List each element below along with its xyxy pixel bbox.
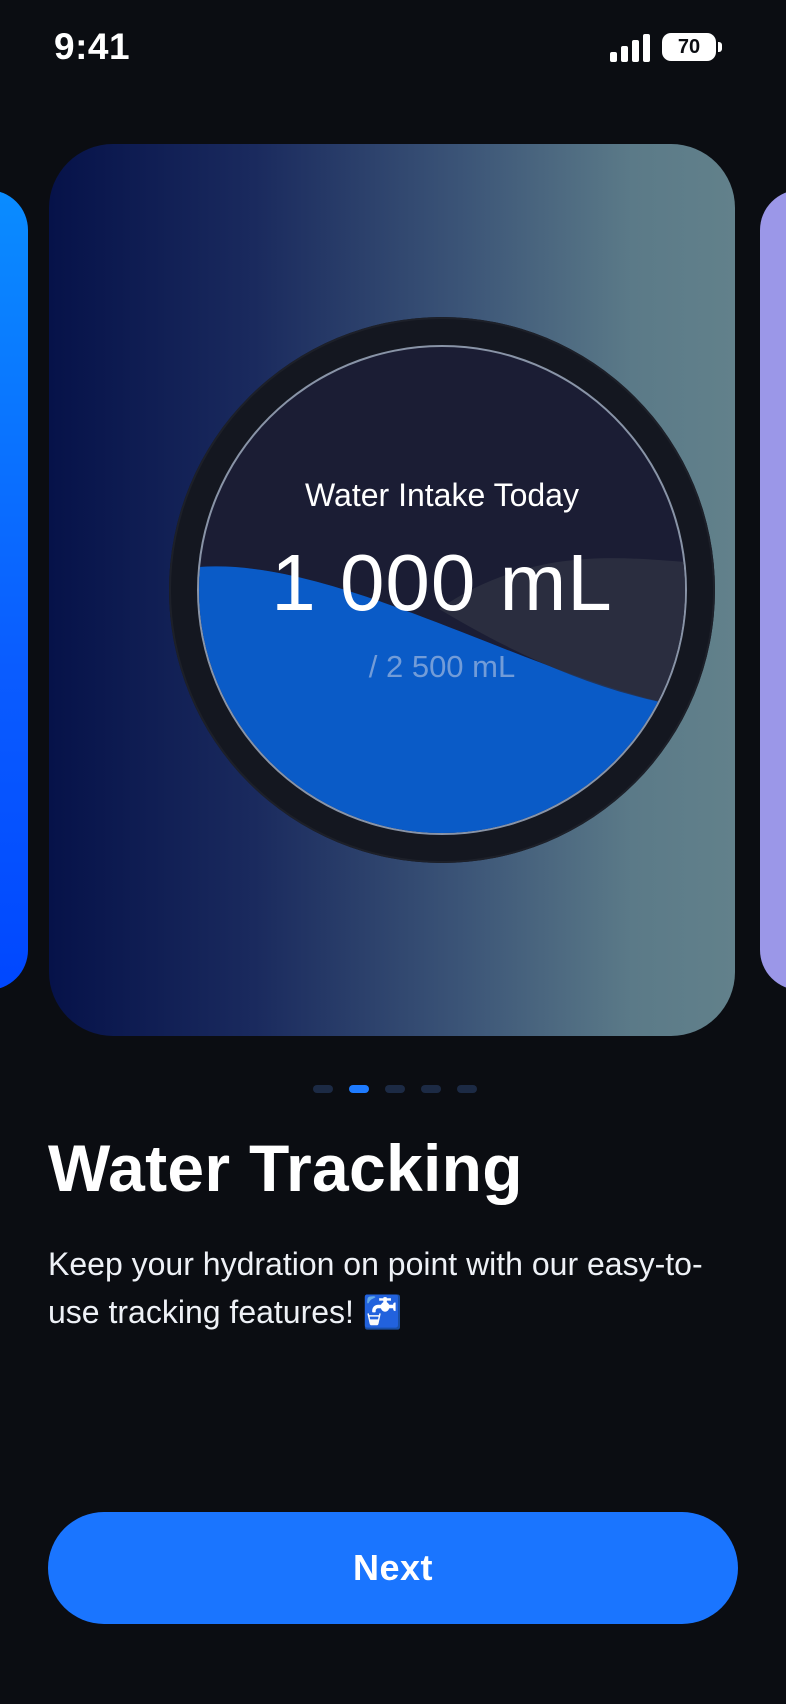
gauge-value: 1 000 mL [271, 538, 613, 627]
page-dot-1[interactable] [313, 1085, 333, 1093]
carousel-card-next[interactable] [760, 190, 786, 990]
battery-icon: 70 [662, 33, 716, 61]
gauge-goal: / 2 500 mL [368, 649, 516, 684]
battery-cap [718, 42, 722, 52]
signal-icon [610, 34, 650, 62]
gauge-title: Water Intake Today [305, 477, 579, 513]
gauge-ring: Water Intake Today 1 000 mL / 2 500 mL [169, 317, 715, 863]
water-gauge: Water Intake Today 1 000 mL / 2 500 mL [199, 347, 685, 833]
status-time: 9:41 [54, 26, 131, 67]
onboarding-title: Water Tracking [48, 1131, 523, 1205]
page-dot-4[interactable] [421, 1085, 441, 1093]
onboarding-description: Keep your hydration on point with our ea… [48, 1246, 703, 1330]
carousel-card-water[interactable]: Water Intake Today 1 000 mL / 2 500 mL [49, 144, 735, 1036]
carousel-card-previous[interactable] [0, 190, 28, 990]
page-indicator [313, 1085, 477, 1093]
page-dot-5[interactable] [457, 1085, 477, 1093]
next-button[interactable]: Next [48, 1512, 738, 1624]
page-dot-3[interactable] [385, 1085, 405, 1093]
battery-level: 70 [677, 35, 701, 58]
onboarding-screen: 9:41 70 Water Intake Today 1 000 mL / 2 … [0, 0, 786, 1704]
page-dot-2-active[interactable] [349, 1085, 369, 1093]
